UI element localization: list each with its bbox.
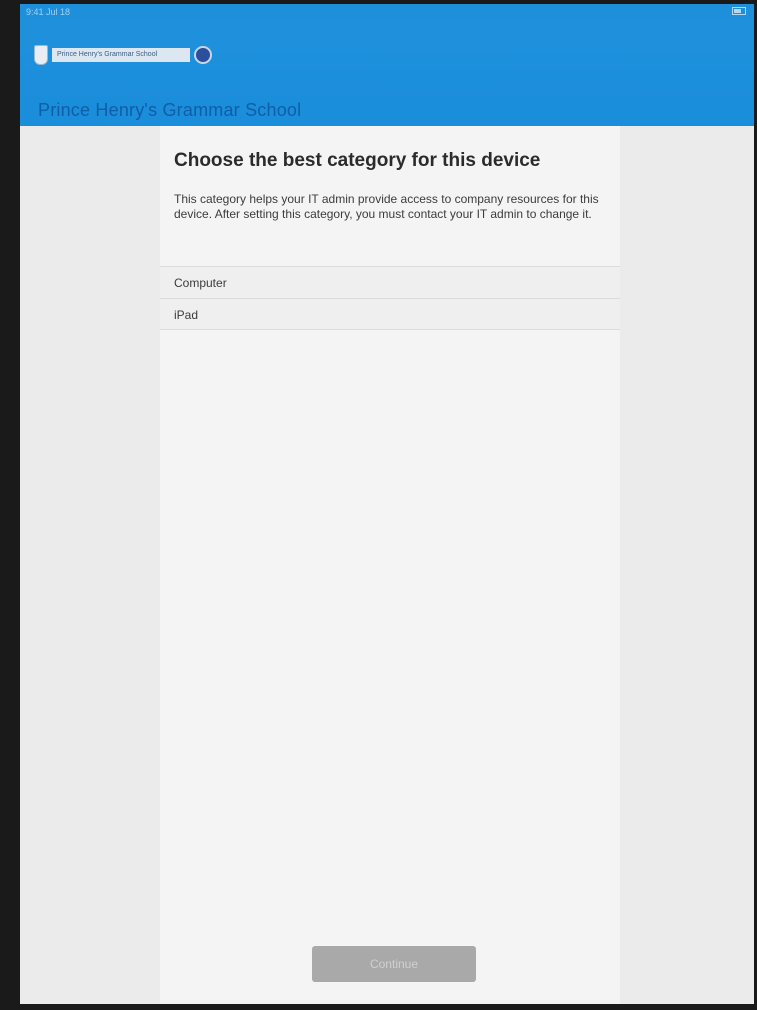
category-item-computer[interactable]: Computer [160, 266, 620, 298]
school-logo: Prince Henry's Grammar School [34, 44, 214, 66]
app-header: Prince Henry's Grammar School Prince Hen… [20, 20, 754, 126]
page-description: This category helps your IT admin provid… [174, 192, 599, 221]
continue-button[interactable]: Continue [312, 946, 476, 982]
school-badge-icon [194, 46, 212, 64]
school-name: Prince Henry's Grammar School [38, 100, 302, 120]
logo-text: Prince Henry's Grammar School [52, 48, 190, 62]
battery-icon [732, 7, 746, 15]
category-list: Computer iPad [160, 266, 620, 330]
device-screen: 9:41 Jul 18 Prince Henry's Grammar Schoo… [20, 4, 754, 1004]
category-panel: Choose the best category for this device… [160, 126, 620, 1004]
status-bar: 9:41 Jul 18 [20, 4, 754, 20]
school-crest-icon [34, 45, 48, 65]
status-time: 9:41 Jul 18 [26, 7, 71, 17]
status-indicators [732, 7, 746, 15]
category-item-ipad[interactable]: iPad [160, 298, 620, 330]
page-title: Choose the best category for this device [174, 150, 541, 171]
